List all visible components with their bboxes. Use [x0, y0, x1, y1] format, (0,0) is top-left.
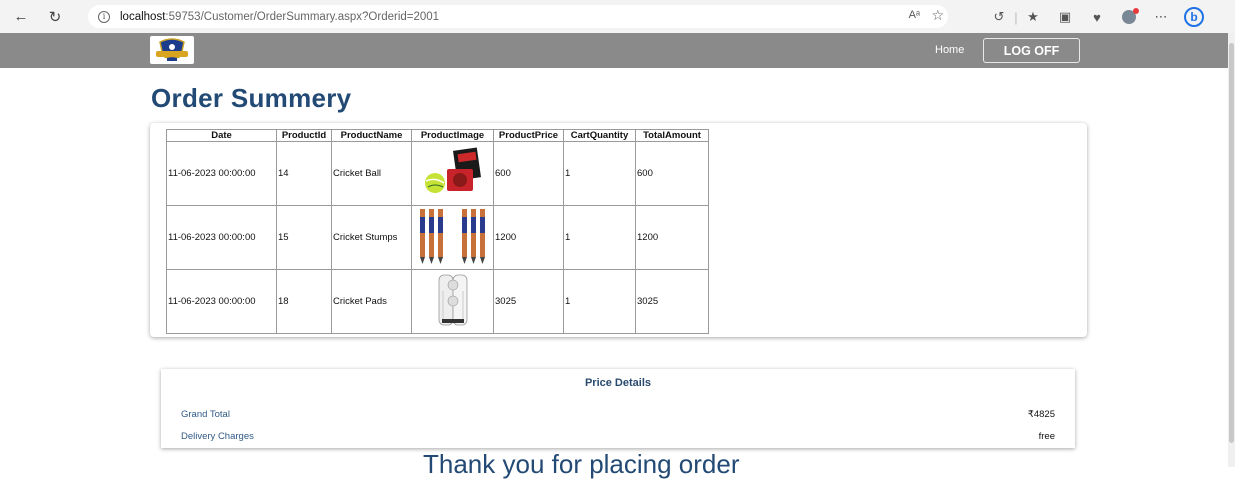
cell-product-price: 1200: [493, 205, 564, 270]
cell-date: 11-06-2023 00:00:00: [166, 205, 277, 270]
cricket-ball-image: [411, 141, 494, 206]
read-aloud-icon[interactable]: Aᵃ: [909, 9, 920, 21]
order-items-card: Date ProductId ProductName ProductImage …: [150, 123, 1087, 337]
column-header-date: Date: [166, 129, 277, 142]
cell-product-name: Cricket Stumps: [331, 205, 412, 270]
delivery-charges-label: Delivery Charges: [181, 431, 254, 442]
site-logo[interactable]: [150, 36, 194, 64]
delivery-charges-value: free: [1038, 431, 1055, 442]
grand-total-label: Grand Total: [181, 409, 230, 420]
cell-date: 11-06-2023 00:00:00: [166, 141, 277, 206]
address-bar[interactable]: i localhost:59753/Customer/OrderSummary.…: [88, 5, 948, 28]
favorites-icon[interactable]: ★: [1022, 6, 1044, 28]
cell-date: 11-06-2023 00:00:00: [166, 269, 277, 334]
cell-cart-quantity: 1: [563, 141, 636, 206]
browser-toolbar: ← ↻ i localhost:59753/Customer/OrderSumm…: [0, 0, 1235, 33]
table-row: 11-06-2023 00:00:00 18 Cricket Pads 3025: [166, 269, 709, 334]
cell-total-amount: 3025: [635, 269, 709, 334]
log-off-button[interactable]: LOG OFF: [983, 38, 1080, 63]
price-details-panel: Price Details Grand Total ₹4825 Delivery…: [161, 369, 1075, 448]
site-header: Home LOG OFF: [0, 33, 1228, 68]
column-header-product-id: ProductId: [276, 129, 332, 142]
profile-icon[interactable]: [1118, 6, 1140, 28]
url-path: :59753/Customer/OrderSummary.aspx?Orderi…: [165, 10, 440, 23]
cell-total-amount: 600: [635, 141, 709, 206]
cell-total-amount: 1200: [635, 205, 709, 270]
price-details-title: Price Details: [584, 377, 652, 389]
page-title: Order Summery: [151, 83, 352, 113]
page-scrollbar[interactable]: [1228, 33, 1235, 467]
cell-product-id: 15: [276, 205, 332, 270]
table-row: 11-06-2023 00:00:00 14 Cricket Ball 600: [166, 141, 709, 206]
bing-copilot-icon[interactable]: b: [1180, 6, 1208, 28]
column-header-product-name: ProductName: [331, 129, 412, 142]
collections-icon[interactable]: ▣: [1054, 6, 1076, 28]
column-header-product-price: ProductPrice: [493, 129, 564, 142]
cell-product-id: 14: [276, 141, 332, 206]
browser-essentials-icon[interactable]: ♥: [1086, 6, 1108, 28]
cell-cart-quantity: 1: [563, 205, 636, 270]
cell-product-id: 18: [276, 269, 332, 334]
column-header-product-image: ProductImage: [411, 129, 494, 142]
more-menu-icon[interactable]: ⋯: [1150, 6, 1172, 28]
cell-product-name: Cricket Pads: [331, 269, 412, 334]
reload-icon[interactable]: ↻: [44, 6, 66, 28]
column-header-total-amount: TotalAmount: [635, 129, 709, 142]
table-header-row: Date ProductId ProductName ProductImage …: [166, 129, 709, 142]
site-info-icon[interactable]: i: [98, 10, 110, 23]
cricket-pads-image: [411, 269, 494, 334]
cell-cart-quantity: 1: [563, 269, 636, 334]
column-header-cart-quantity: CartQuantity: [563, 129, 636, 142]
thank-you-message: Thank you for placing order: [423, 449, 740, 479]
back-arrow-icon[interactable]: ←: [10, 6, 32, 28]
table-row: 11-06-2023 00:00:00 15 Cricket Stumps 12…: [166, 205, 709, 270]
url-host: localhost: [120, 10, 166, 23]
favorite-star-icon[interactable]: ☆: [931, 7, 944, 24]
refresh-extension-icon[interactable]: ↺: [988, 6, 1010, 28]
nav-home-link[interactable]: Home: [935, 44, 964, 56]
toolbar-divider: |: [1014, 9, 1018, 25]
cricket-stumps-image: [411, 205, 494, 270]
cell-product-price: 600: [493, 141, 564, 206]
grand-total-value: ₹4825: [1027, 409, 1055, 420]
order-items-table: Date ProductId ProductName ProductImage …: [166, 129, 709, 334]
cell-product-price: 3025: [493, 269, 564, 334]
cell-product-name: Cricket Ball: [331, 141, 412, 206]
